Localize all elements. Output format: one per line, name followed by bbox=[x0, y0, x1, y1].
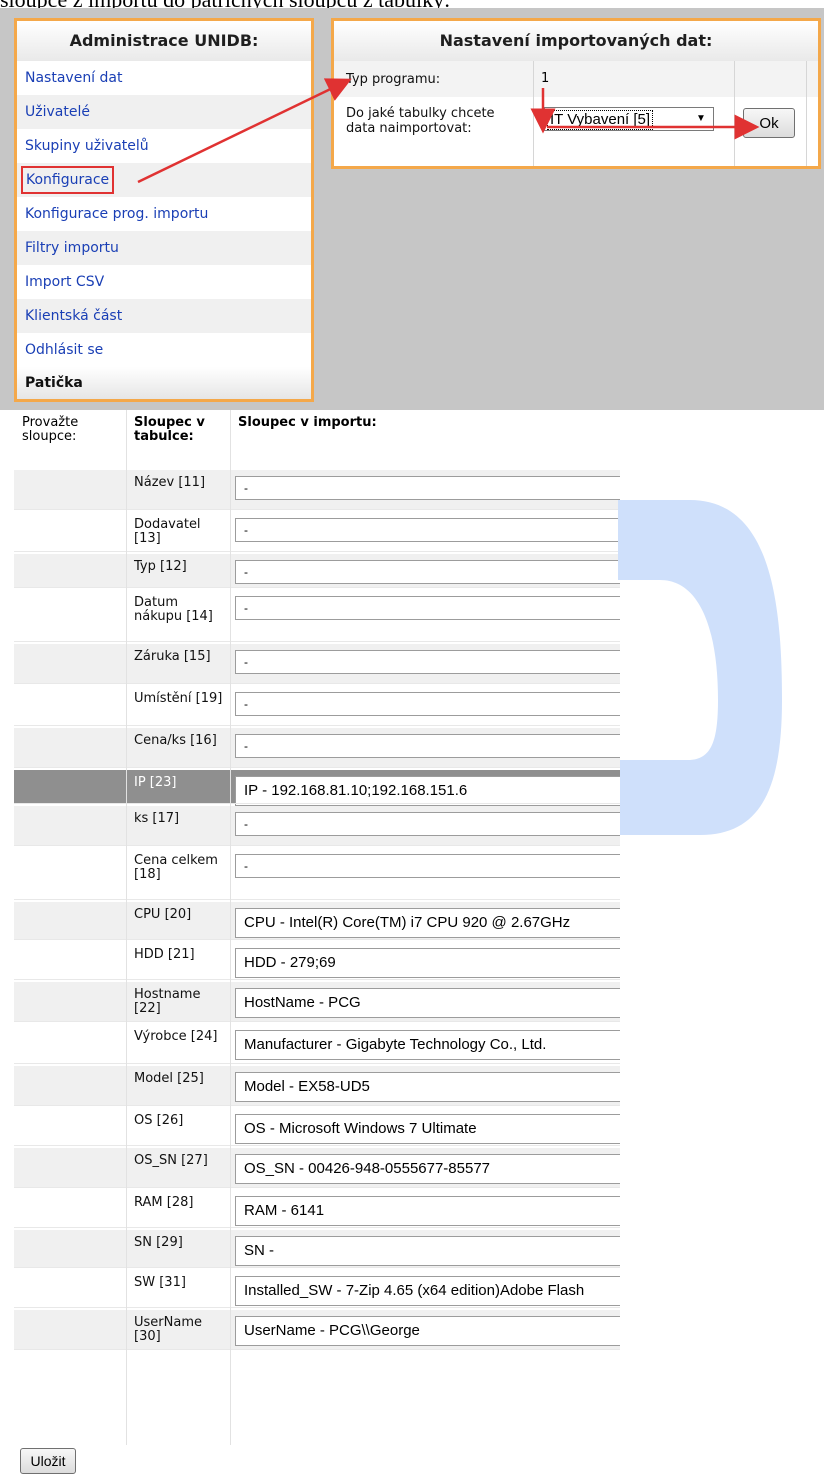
annotation-overlay bbox=[137, 78, 782, 835]
watermark-shape bbox=[618, 500, 782, 835]
red-arrow-icon bbox=[137, 78, 352, 184]
